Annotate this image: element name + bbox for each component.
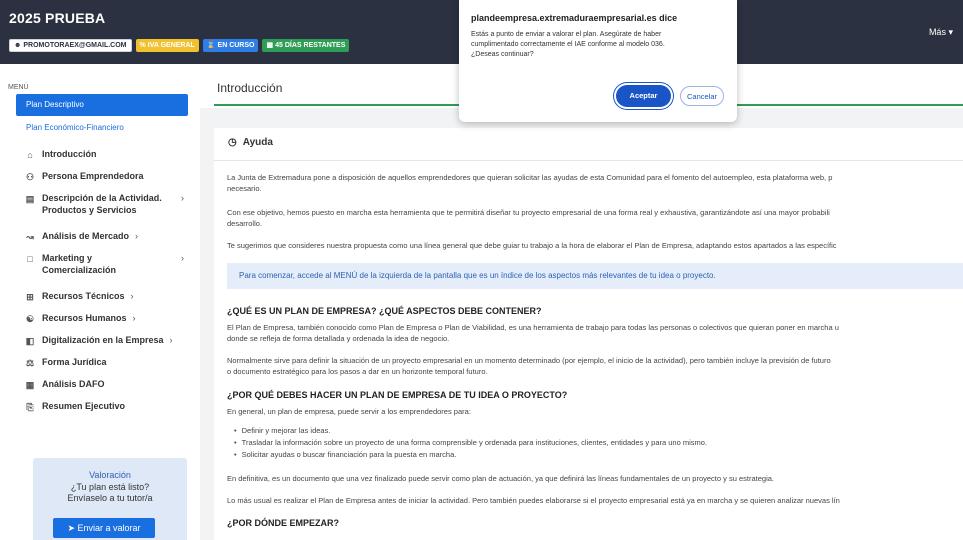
people-icon: ⚇ <box>25 172 35 182</box>
paragraph: En definitiva, es un documento que una v… <box>227 474 775 483</box>
sidebar-item-analisis-dafo[interactable]: ▦ Análisis DAFO <box>24 378 105 391</box>
section-title: Introducción <box>217 81 283 95</box>
sidebar-item-introduccion[interactable]: ⌂ Introducción <box>24 148 96 161</box>
paragraph: En general, un plan de empresa, puede se… <box>227 407 471 416</box>
dialog-title: plandeempresa.extremaduraempresarial.es … <box>471 13 678 23</box>
tools-icon: ⊞ <box>26 292 34 302</box>
more-menu[interactable]: Más ▾ <box>929 27 953 38</box>
paragraph: Te sugerimos que consideres nuestra prop… <box>227 241 837 250</box>
chevron-down-icon: ▾ <box>948 27 953 37</box>
dafo-icon: ▦ <box>25 380 35 390</box>
home-icon: ⌂ <box>27 150 33 160</box>
help-icon: ◷ <box>228 137 237 148</box>
iva-badge: % IVA GENERAL <box>135 39 199 52</box>
sidebar-item-forma-juridica[interactable]: ⚖ Forma Jurídica <box>24 356 107 369</box>
valoracion-question: ¿Tu plan está listo? <box>70 482 150 492</box>
callout-text: Para comenzar, accede al MENÚ de la izqu… <box>239 271 716 280</box>
sidebar-item-marketing[interactable]: □ Marketing y Comercialización › <box>24 252 184 276</box>
user-icon: ☻ <box>14 42 22 49</box>
plan-economico-link[interactable]: Plan Económico-Financiero <box>26 123 124 132</box>
paragraph: Lo más usual es realizar el Plan de Empr… <box>227 496 840 505</box>
section-heading: ¿POR DÓNDE EMPEZAR? <box>227 518 340 528</box>
sidebar: MENÚ Plan Descriptivo Plan Económico-Fin… <box>0 64 200 540</box>
sidebar-item-descripcion-actividad[interactable]: ▤ Descripción de la Actividad. Productos… <box>24 192 184 216</box>
paragraph: o documento estratégico para los pasos a… <box>227 367 488 376</box>
store-icon: ▤ <box>25 194 35 204</box>
section-heading: ¿QUÉ ES UN PLAN DE EMPRESA? ¿QUÉ ASPECTO… <box>227 306 542 316</box>
paragraph: Normalmente sirve para definir la situac… <box>227 356 831 365</box>
paragraph: necesario. <box>227 184 262 193</box>
paragraph: donde se refleja de forma detallada y or… <box>227 334 450 343</box>
confirm-dialog: plandeempresa.extremaduraempresarial.es … <box>459 0 737 122</box>
info-callout: Para comenzar, accede al MENÚ de la izqu… <box>227 263 963 289</box>
badge-row: ☻ PROMOTORAEX@GMAIL.COM % IVA GENERAL ⌛ … <box>9 39 350 52</box>
help-content-card: ◷ Ayuda La Junta de Extremadura pone a d… <box>214 128 963 540</box>
sidebar-item-recursos-humanos[interactable]: ☯ Recursos Humanos › <box>24 312 136 325</box>
plan-descriptivo-button[interactable]: Plan Descriptivo <box>16 94 188 116</box>
bag-icon: □ <box>27 254 33 264</box>
paragraph: Con ese objetivo, hemos puesto en marcha… <box>227 208 830 217</box>
plan-title: 2025 PRUEBA <box>9 10 106 26</box>
chevron-right-icon: › <box>181 253 184 263</box>
hourglass-icon: ⌛ <box>206 42 216 49</box>
valoracion-title: Valoración <box>89 470 131 480</box>
sidebar-item-persona-emprendedora[interactable]: ⚇ Persona Emprendedora <box>24 170 144 183</box>
chevron-right-icon: › <box>130 291 134 301</box>
digital-icon: ◧ <box>25 336 35 346</box>
list-item: Solicitar ayudas o buscar financiación p… <box>234 450 457 459</box>
dialog-message: Estás a punto de enviar a valorar el pla… <box>471 31 665 58</box>
section-heading: ¿POR QUÉ DEBES HACER UN PLAN DE EMPRESA … <box>227 390 568 400</box>
email-badge: ☻ PROMOTORAEX@GMAIL.COM <box>9 39 132 52</box>
chart-icon: ↝ <box>26 232 34 242</box>
paragraph: El Plan de Empresa, también conocido com… <box>227 323 839 332</box>
sidebar-item-recursos-tecnicos[interactable]: ⊞ Recursos Técnicos › <box>24 290 134 303</box>
menu-label: MENÚ <box>8 84 29 91</box>
paragraph: La Junta de Extremadura pone a disposici… <box>227 173 833 182</box>
scale-icon: ⚖ <box>25 358 35 368</box>
status-badge: ⌛ EN CURSO <box>202 39 259 52</box>
percent-icon: % <box>139 42 146 49</box>
chevron-right-icon: › <box>181 193 184 203</box>
sidebar-item-digitalizacion[interactable]: ◧ Digitalización en la Empresa › <box>24 334 173 347</box>
send-icon: ➤ <box>67 523 78 533</box>
cancel-button[interactable]: Cancelar <box>680 86 724 106</box>
group-icon: ☯ <box>25 314 35 324</box>
days-remaining-badge: ▦ 45 DÍAS RESTANTES <box>262 39 350 52</box>
help-header: ◷ Ayuda <box>228 137 273 148</box>
divider <box>214 160 963 161</box>
sidebar-item-analisis-mercado[interactable]: ↝ Análisis de Mercado › <box>24 230 138 243</box>
valoracion-send-text: Envíaselo a tu tutor/a <box>67 493 153 503</box>
enviar-a-valorar-button[interactable]: ➤ Enviar a valorar <box>53 518 155 538</box>
summary-icon: ⎘ <box>26 402 34 412</box>
accept-button[interactable]: Aceptar <box>616 85 671 107</box>
valoracion-panel: Valoración ¿Tu plan está listo? Envíasel… <box>33 458 187 540</box>
chevron-right-icon: › <box>169 335 173 345</box>
sidebar-item-resumen-ejecutivo[interactable]: ⎘ Resumen Ejecutivo <box>24 400 125 413</box>
chevron-right-icon: › <box>132 313 136 323</box>
paragraph: desarrollo. <box>227 219 263 228</box>
list-item: Trasladar la información sobre un proyec… <box>234 438 707 447</box>
calendar-icon: ▦ <box>266 42 274 49</box>
chevron-right-icon: › <box>135 231 139 241</box>
list-item: Definir y mejorar las ideas. <box>234 426 331 435</box>
